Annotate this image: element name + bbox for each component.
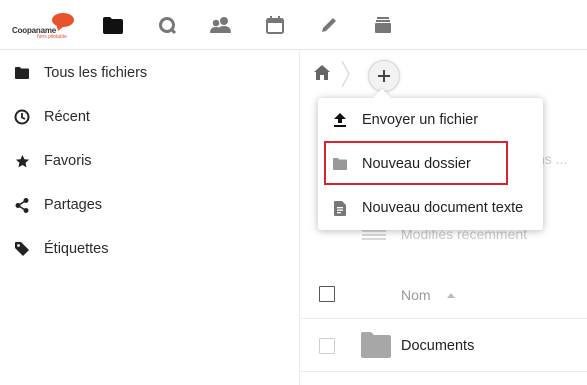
logo-tagline: hors pilotable xyxy=(37,34,67,40)
file-name[interactable]: Documents xyxy=(401,338,474,354)
sidebar-item-shares[interactable]: Partages xyxy=(0,183,299,227)
new-folder-highlight-box xyxy=(324,141,508,185)
menu-item-upload-file[interactable]: Envoyer un fichier xyxy=(318,98,543,142)
calendar-icon[interactable] xyxy=(264,14,286,36)
text-document-icon xyxy=(332,200,348,216)
sidebar-item-tags[interactable]: Étiquettes xyxy=(0,227,299,271)
share-icon xyxy=(13,196,31,214)
coopaname-logo[interactable]: Coopaname hors pilotable xyxy=(12,13,76,41)
sidebar-item-label: Étiquettes xyxy=(44,241,109,257)
clock-icon xyxy=(13,108,31,126)
tag-icon xyxy=(13,240,31,258)
sidebar: Tous les fichiers Récent Favoris Partage… xyxy=(0,51,300,385)
select-all-checkbox[interactable] xyxy=(319,286,335,302)
plus-icon xyxy=(378,70,390,82)
stack-icon[interactable] xyxy=(372,14,394,36)
menu-item-label: Envoyer un fichier xyxy=(362,112,479,128)
column-name-header[interactable]: Nom xyxy=(401,287,431,303)
menu-item-label: Nouveau document texte xyxy=(362,200,524,216)
sidebar-item-all-files[interactable]: Tous les fichiers xyxy=(0,51,299,95)
speech-bubble-icon xyxy=(52,13,74,27)
sidebar-item-label: Partages xyxy=(44,197,103,213)
table-row[interactable]: Documents xyxy=(301,320,587,372)
home-icon[interactable] xyxy=(314,65,330,81)
sidebar-item-label: Favoris xyxy=(44,153,92,169)
file-list-header: Nom xyxy=(301,269,587,319)
sidebar-item-favorites[interactable]: Favoris xyxy=(0,139,299,183)
add-new-button[interactable] xyxy=(368,60,400,92)
sidebar-item-label: Récent xyxy=(44,109,90,125)
files-app-icon[interactable] xyxy=(102,14,124,36)
contacts-icon[interactable] xyxy=(210,14,232,36)
upload-icon xyxy=(332,112,348,128)
folder-icon xyxy=(13,64,31,82)
menu-item-new-text-document[interactable]: Nouveau document texte xyxy=(318,186,543,230)
activity-icon[interactable] xyxy=(156,14,178,36)
star-icon xyxy=(13,152,31,170)
breadcrumb-separator xyxy=(341,60,351,88)
row-checkbox[interactable] xyxy=(319,338,335,354)
pencil-icon[interactable] xyxy=(318,14,340,36)
sort-ascending-icon xyxy=(447,293,455,298)
header-bar: Coopaname hors pilotable xyxy=(0,0,587,50)
sidebar-item-recent[interactable]: Récent xyxy=(0,95,299,139)
folder-icon xyxy=(361,332,391,358)
sidebar-item-label: Tous les fichiers xyxy=(44,65,148,81)
